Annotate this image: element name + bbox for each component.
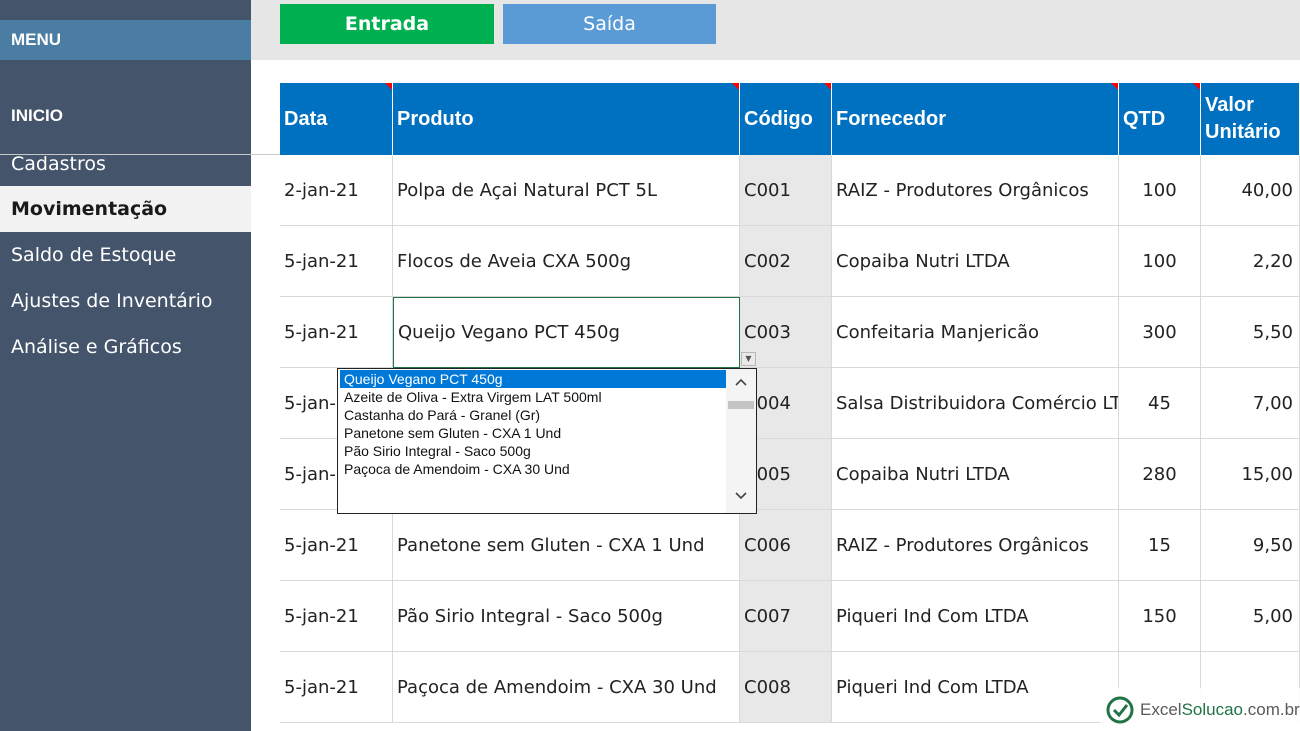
dropdown-option[interactable]: Panetone sem Gluten - CXA 1 Und bbox=[340, 424, 726, 442]
cell-produto-selected[interactable]: Queijo Vegano PCT 450g bbox=[393, 297, 740, 368]
dropdown-option[interactable]: Pão Sirio Integral - Saco 500g bbox=[340, 442, 726, 460]
brand-text-part: .com.br bbox=[1243, 699, 1300, 719]
table-row: 5-jan-21 Flocos de Aveia CXA 500g C002 C… bbox=[280, 226, 1300, 297]
sidebar-item-cadastros[interactable]: Cadastros bbox=[0, 141, 251, 187]
column-header-fornecedor[interactable]: Fornecedor bbox=[832, 83, 1119, 155]
brand-text: ExcelSolucao.com.br bbox=[1140, 700, 1300, 720]
brand-text-part: Solucao bbox=[1181, 699, 1244, 719]
cell-fornecedor[interactable]: Copaiba Nutri LTDA bbox=[832, 439, 1119, 510]
cell-data[interactable]: 5-jan-21 bbox=[280, 510, 393, 581]
cell-produto[interactable]: Panetone sem Gluten - CXA 1 Und bbox=[393, 510, 740, 581]
comment-indicator-icon bbox=[1193, 83, 1200, 90]
cell-produto[interactable]: Paçoca de Amendoim - CXA 30 Und bbox=[393, 652, 740, 723]
cell-fornecedor[interactable]: Salsa Distribuidora Comércio LTDA bbox=[832, 368, 1119, 439]
sidebar-item-ajustes-de-inventario[interactable]: Ajustes de Inventário bbox=[0, 278, 251, 324]
sidebar-item-saldo-de-estoque[interactable]: Saldo de Estoque bbox=[0, 232, 251, 278]
dropdown-option[interactable]: Queijo Vegano PCT 450g bbox=[340, 370, 726, 388]
column-header-label: Produto bbox=[397, 107, 474, 130]
column-header-produto[interactable]: Produto bbox=[393, 83, 740, 155]
brand-watermark: ExcelSolucao.com.br bbox=[1100, 688, 1300, 731]
chevron-up-icon[interactable] bbox=[726, 373, 756, 393]
table-row: 2-jan-21 Polpa de Açai Natural PCT 5L C0… bbox=[280, 155, 1300, 226]
cell-qtd[interactable]: 45 bbox=[1119, 368, 1201, 439]
column-header-label: Fornecedor bbox=[836, 107, 947, 130]
cell-fornecedor[interactable]: Piqueri Ind Com LTDA bbox=[832, 581, 1119, 652]
cell-valor-unitario[interactable]: 5,00 bbox=[1201, 581, 1300, 652]
cell-codigo[interactable]: C001 bbox=[740, 155, 832, 226]
cell-codigo[interactable]: C002 bbox=[740, 226, 832, 297]
cell-data[interactable]: 5-jan-21 bbox=[280, 297, 393, 368]
product-dropdown-list[interactable]: Queijo Vegano PCT 450g Azeite de Oliva -… bbox=[337, 368, 757, 514]
cell-valor-unitario[interactable]: 9,50 bbox=[1201, 510, 1300, 581]
divider bbox=[0, 154, 280, 155]
dropdown-scrollbar[interactable] bbox=[726, 369, 756, 513]
brand-text-part: Excel bbox=[1140, 699, 1182, 719]
column-header-data[interactable]: Data bbox=[280, 83, 393, 155]
cell-fornecedor[interactable]: Piqueri Ind Com LTDA bbox=[832, 652, 1119, 723]
table-row: 5-jan-21 Pão Sirio Integral - Saco 500g … bbox=[280, 581, 1300, 652]
comment-indicator-icon bbox=[824, 83, 831, 90]
column-header-label: Código bbox=[744, 107, 813, 130]
cell-fornecedor[interactable]: RAIZ - Produtores Orgânicos bbox=[832, 510, 1119, 581]
dropdown-option[interactable]: Paçoca de Amendoim - CXA 30 Und bbox=[340, 460, 726, 478]
column-header-label: Valor Unitário bbox=[1205, 94, 1281, 143]
cell-qtd[interactable]: 300 bbox=[1119, 297, 1201, 368]
excelsolucao-logo-icon bbox=[1106, 696, 1134, 723]
cell-valor-unitario[interactable]: 7,00 bbox=[1201, 368, 1300, 439]
cell-codigo[interactable]: C007 bbox=[740, 581, 832, 652]
dropdown-option[interactable]: Azeite de Oliva - Extra Virgem LAT 500ml bbox=[340, 388, 726, 406]
cell-data[interactable]: 5-jan-21 bbox=[280, 652, 393, 723]
column-header-codigo[interactable]: Código bbox=[740, 83, 832, 155]
cell-valor-unitario[interactable]: 40,00 bbox=[1201, 155, 1300, 226]
sidebar-item-analise-e-graficos[interactable]: Análise e Gráficos bbox=[0, 324, 251, 370]
cell-fornecedor[interactable]: RAIZ - Produtores Orgânicos bbox=[832, 155, 1119, 226]
comment-indicator-icon bbox=[385, 83, 392, 90]
cell-codigo[interactable]: C008 bbox=[740, 652, 832, 723]
cell-fornecedor[interactable]: Confeitaria Manjericão bbox=[832, 297, 1119, 368]
comment-indicator-icon bbox=[732, 83, 739, 90]
cell-valor-unitario[interactable]: 2,20 bbox=[1201, 226, 1300, 297]
cell-produto[interactable]: Polpa de Açai Natural PCT 5L bbox=[393, 155, 740, 226]
scrollbar-thumb[interactable] bbox=[728, 401, 754, 409]
table-row: 5-jan-21 Queijo Vegano PCT 450g C003 Con… bbox=[280, 297, 1300, 368]
sidebar: MENU INICIO Cadastros Movimentação Saldo… bbox=[0, 0, 251, 731]
entrada-button[interactable]: Entrada bbox=[280, 4, 494, 44]
table-row: 5-jan-21 Panetone sem Gluten - CXA 1 Und… bbox=[280, 510, 1300, 581]
cell-produto[interactable]: Flocos de Aveia CXA 500g bbox=[393, 226, 740, 297]
cell-codigo[interactable]: C006 bbox=[740, 510, 832, 581]
saida-button[interactable]: Saída bbox=[503, 4, 716, 44]
cell-data[interactable]: 5-jan-21 bbox=[280, 226, 393, 297]
column-header-label: QTD bbox=[1123, 107, 1166, 130]
column-header-label: Data bbox=[284, 107, 328, 130]
sidebar-item-movimentacao[interactable]: Movimentação bbox=[0, 186, 251, 232]
cell-data[interactable]: 5-jan-21 bbox=[280, 581, 393, 652]
cell-valor-unitario[interactable]: 15,00 bbox=[1201, 439, 1300, 510]
cell-qtd[interactable]: 15 bbox=[1119, 510, 1201, 581]
column-header-qtd[interactable]: QTD bbox=[1119, 83, 1201, 155]
cell-fornecedor[interactable]: Copaiba Nutri LTDA bbox=[832, 226, 1119, 297]
column-header-valor-unitario[interactable]: Valor Unitário bbox=[1201, 83, 1300, 155]
cell-qtd[interactable]: 100 bbox=[1119, 226, 1201, 297]
cell-qtd[interactable]: 100 bbox=[1119, 155, 1201, 226]
cell-data[interactable]: 2-jan-21 bbox=[280, 155, 393, 226]
cell-qtd[interactable]: 280 bbox=[1119, 439, 1201, 510]
comment-indicator-icon bbox=[1111, 83, 1118, 90]
cell-valor-unitario[interactable]: 5,50 bbox=[1201, 297, 1300, 368]
cell-produto[interactable]: Pão Sirio Integral - Saco 500g bbox=[393, 581, 740, 652]
cell-qtd[interactable]: 150 bbox=[1119, 581, 1201, 652]
dropdown-option[interactable]: Castanha do Pará - Granel (Gr) bbox=[340, 406, 726, 424]
inicio-link[interactable]: INICIO bbox=[11, 106, 63, 126]
menu-title: MENU bbox=[0, 20, 251, 60]
dropdown-arrow-icon[interactable]: ▼ bbox=[741, 352, 756, 366]
chevron-down-icon[interactable] bbox=[726, 487, 756, 507]
